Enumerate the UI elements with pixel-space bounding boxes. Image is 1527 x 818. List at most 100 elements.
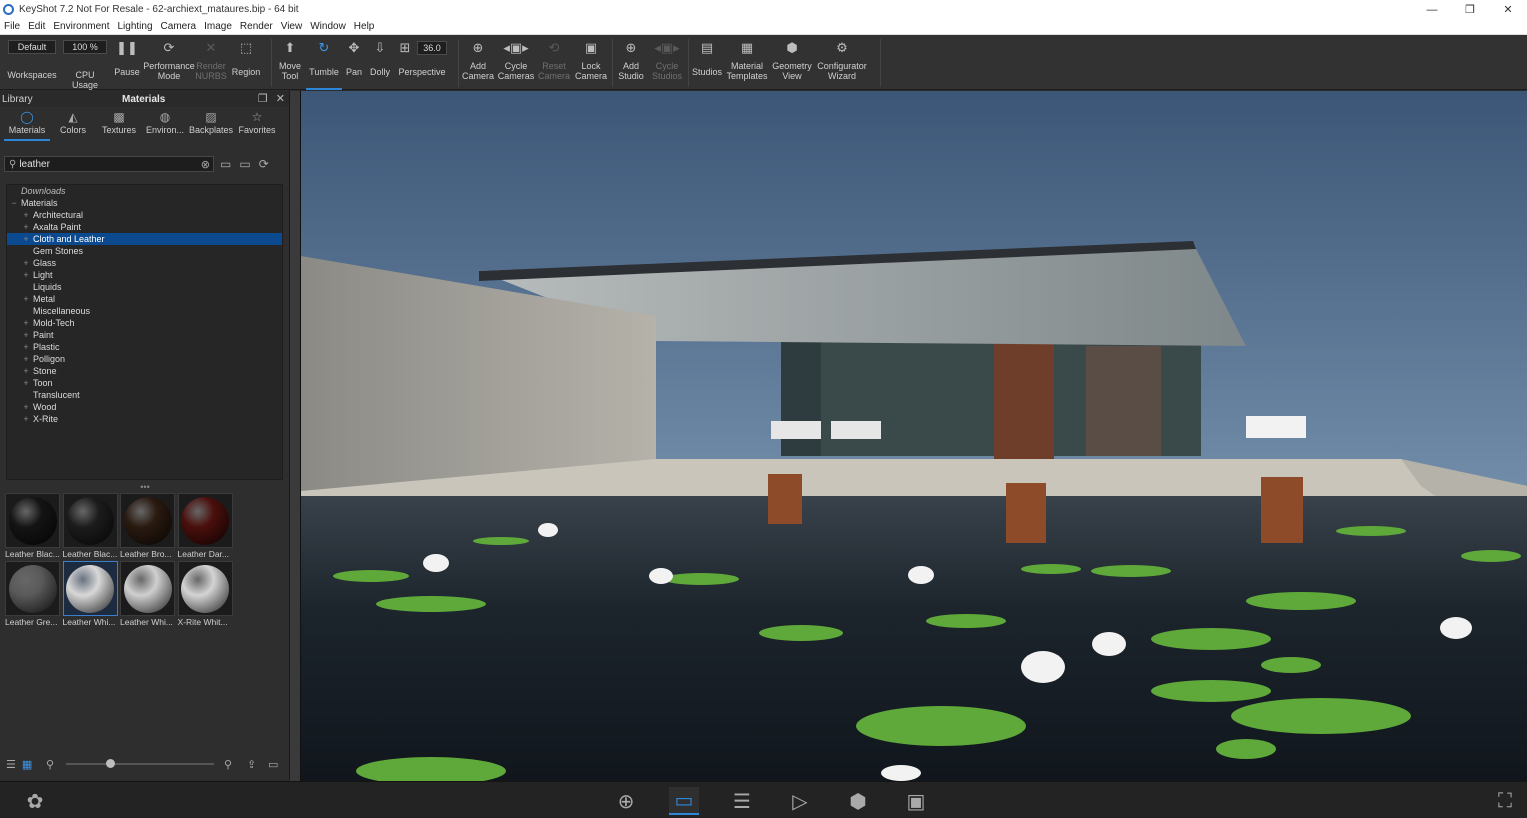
animation-button[interactable]: ▷ xyxy=(785,787,815,815)
tab-favorites[interactable]: ☆ Favorites xyxy=(234,107,280,141)
workspace-select[interactable]: Default xyxy=(8,40,56,54)
expand-toggle-icon[interactable]: + xyxy=(21,317,31,329)
tree-item[interactable]: + Axalta Paint xyxy=(7,221,282,233)
add-camera-button[interactable]: ⊕ Add Camera xyxy=(460,35,496,90)
panel-splitter[interactable]: ••• xyxy=(0,483,290,492)
screenshot-button[interactable]: ⛶ xyxy=(1490,787,1520,815)
close-panel-icon[interactable]: ✕ xyxy=(276,92,285,105)
material-thumbnail[interactable]: Leather Gre... xyxy=(5,561,62,629)
tree-item[interactable]: + Mold-Tech xyxy=(7,317,282,329)
material-thumbnail[interactable]: Leather Blac... xyxy=(5,493,62,561)
performance-mode-button[interactable]: ⟳ Performance Mode xyxy=(143,35,195,90)
list-view-icon[interactable]: ☰ xyxy=(6,758,16,771)
configurator-wizard-button[interactable]: ⚙ Configurator Wizard xyxy=(814,35,870,90)
menu-edit[interactable]: Edit xyxy=(24,21,49,32)
reset-camera-button[interactable]: ⟲ Reset Camera xyxy=(536,35,572,90)
expand-toggle-icon[interactable]: + xyxy=(21,353,31,365)
tree-item[interactable]: Liquids xyxy=(7,281,282,293)
import-folder-icon[interactable]: ▭ xyxy=(239,157,250,171)
menu-help[interactable]: Help xyxy=(350,21,379,32)
expand-toggle-icon[interactable]: + xyxy=(21,377,31,389)
move-tool-button[interactable]: ⬆ Move Tool xyxy=(274,35,306,90)
studios-button[interactable]: ▤ Studios xyxy=(690,35,724,90)
minimize-button[interactable]: — xyxy=(1413,0,1451,19)
material-thumbnail[interactable]: Leather Blac... xyxy=(62,493,120,561)
menu-lighting[interactable]: Lighting xyxy=(114,21,157,32)
tree-item[interactable]: − Materials xyxy=(7,197,282,209)
expand-toggle-icon[interactable]: + xyxy=(21,257,31,269)
expand-toggle-icon[interactable]: + xyxy=(21,365,31,377)
cloud-library-button[interactable]: ✿ xyxy=(20,787,50,815)
expand-toggle-icon[interactable]: + xyxy=(21,401,31,413)
menu-file[interactable]: File xyxy=(0,21,24,32)
tree-item[interactable]: + Cloth and Leather xyxy=(7,233,282,245)
folder-icon[interactable]: ▭ xyxy=(268,758,278,771)
expand-toggle-icon[interactable]: + xyxy=(21,209,31,221)
slider-knob[interactable] xyxy=(106,759,116,768)
expand-toggle-icon[interactable]: + xyxy=(21,341,31,353)
dolly-button[interactable]: ⇩ Dolly xyxy=(366,35,394,90)
expand-toggle-icon[interactable]: + xyxy=(21,233,31,245)
tree-item[interactable]: + Glass xyxy=(7,257,282,269)
material-templates-button[interactable]: ▦ Material Templates xyxy=(724,35,770,90)
material-thumbnail[interactable]: Leather Whi... xyxy=(62,561,120,629)
menu-view[interactable]: View xyxy=(277,21,307,32)
expand-toggle-icon[interactable]: + xyxy=(21,221,31,233)
menu-render[interactable]: Render xyxy=(236,21,277,32)
cpu-usage-button[interactable]: 100 % CPU Usage xyxy=(60,35,110,90)
tab-materials[interactable]: ◯ Materials xyxy=(4,107,50,141)
lock-camera-button[interactable]: ▣ Lock Camera xyxy=(572,35,610,90)
material-thumbnail[interactable]: Leather Whi... xyxy=(120,561,177,629)
restore-button[interactable]: ❐ xyxy=(1451,0,1489,19)
cycle-studios-button[interactable]: ◂▣▸ Cycle Studios xyxy=(648,35,686,90)
project-button[interactable]: ☰ xyxy=(727,787,757,815)
add-studio-button[interactable]: ⊕ Add Studio xyxy=(614,35,648,90)
menu-image[interactable]: Image xyxy=(200,21,236,32)
thumbnail-size-slider[interactable] xyxy=(66,759,214,768)
tab-backplates[interactable]: ▨ Backplates xyxy=(188,107,234,141)
add-folder-icon[interactable]: ▭ xyxy=(220,157,231,171)
menu-window[interactable]: Window xyxy=(306,21,350,32)
cloud-upload-icon[interactable]: ⇪ xyxy=(247,758,256,771)
refresh-icon[interactable]: ⟳ xyxy=(259,157,269,171)
tab-environments[interactable]: ◍ Environ... xyxy=(142,107,188,141)
expand-toggle-icon[interactable]: + xyxy=(21,293,31,305)
expand-toggle-icon[interactable]: + xyxy=(21,413,31,425)
expand-toggle-icon[interactable]: + xyxy=(21,329,31,341)
expand-toggle-icon[interactable]: − xyxy=(9,197,19,209)
tree-item[interactable]: + Stone xyxy=(7,365,282,377)
undock-icon[interactable]: ❐ xyxy=(258,92,268,105)
import-button[interactable]: ⊕ xyxy=(611,787,641,815)
cpu-usage-field[interactable]: 100 % xyxy=(63,40,107,54)
zoom-out-icon[interactable]: ⚲ xyxy=(46,758,54,771)
render-button[interactable]: ▣ xyxy=(901,787,931,815)
expand-toggle-icon[interactable]: + xyxy=(21,269,31,281)
tab-colors[interactable]: ◭ Colors xyxy=(50,107,96,141)
tree-item[interactable]: + Light xyxy=(7,269,282,281)
tree-item[interactable]: + Metal xyxy=(7,293,282,305)
material-thumbnail[interactable]: X-Rite Whit... xyxy=(177,561,235,629)
cycle-cameras-button[interactable]: ◂▣▸ Cycle Cameras xyxy=(496,35,536,90)
workspaces-button[interactable]: Default Workspaces xyxy=(4,35,60,90)
tree-item[interactable]: + Toon xyxy=(7,377,282,389)
tab-textures[interactable]: ▩ Textures xyxy=(96,107,142,141)
tree-item[interactable]: + Architectural xyxy=(7,209,282,221)
clear-search-icon[interactable]: ⊗ xyxy=(201,158,210,171)
perspective-button[interactable]: ⊞ 36.0 Perspective xyxy=(394,35,450,90)
region-button[interactable]: ⬚ Region xyxy=(228,35,264,90)
tree-item[interactable]: + Wood xyxy=(7,401,282,413)
tree-item[interactable]: Translucent xyxy=(7,389,282,401)
zoom-in-icon[interactable]: ⚲ xyxy=(224,758,232,771)
material-thumbnail[interactable]: Leather Bro... xyxy=(120,493,177,561)
render-nurbs-button[interactable]: ✕ Render NURBS xyxy=(194,35,228,90)
tree-item[interactable]: Gem Stones xyxy=(7,245,282,257)
tree-item[interactable]: Downloads xyxy=(7,185,282,197)
grid-view-icon[interactable]: ▦ xyxy=(22,758,32,771)
fov-field[interactable]: 36.0 xyxy=(417,41,447,55)
pan-button[interactable]: ✥ Pan xyxy=(342,35,366,90)
close-window-button[interactable]: ✕ xyxy=(1489,0,1527,19)
keyshotxr-button[interactable]: ⬢ xyxy=(843,787,873,815)
geometry-view-button[interactable]: ⬢ Geometry View xyxy=(770,35,814,90)
library-button[interactable]: ▭ xyxy=(669,787,699,815)
material-thumbnail[interactable]: Leather Dar... xyxy=(177,493,235,561)
